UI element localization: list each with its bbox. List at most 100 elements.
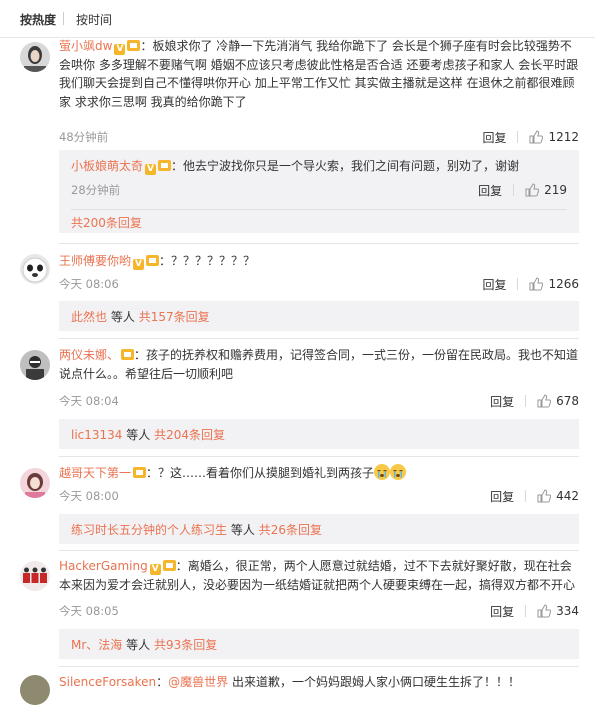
sub-comment-box: 小板娘萌太奇 V ：他去宁波找你只是一个导火索，我们之间有问题，别劝了，谢谢 28分… (59, 150, 579, 233)
reply-etc: 等人 (230, 523, 255, 537)
reply-button[interactable]: 回复 (478, 182, 502, 199)
view-more-replies-link[interactable]: 共200条回复 (71, 214, 142, 231)
verified-v-icon: V (149, 564, 161, 575)
like-count: 219 (544, 183, 567, 197)
verified-v-icon: V (133, 259, 145, 270)
sort-by-time[interactable]: 按时间 (76, 11, 112, 28)
comment-actions: 回复 1266 (482, 276, 579, 292)
sub-comment-text-block: 小板娘萌太奇 V ：他去宁波找你只是一个导火索，我们之间有问题，别劝了，谢谢 (71, 159, 520, 175)
reply-etc: 等人 (126, 428, 151, 442)
timestamp: 今天 08:04 (59, 394, 119, 408)
user-level-icon (133, 467, 147, 478)
sub-comment-actions: 回复 219 (478, 182, 567, 198)
timestamp: 48分钟前 (59, 130, 109, 144)
action-divider (525, 605, 527, 617)
view-more-replies-link[interactable]: 此然也 等人 共157条回复 (71, 308, 210, 325)
reply-user[interactable]: 练习时长五分钟的个人练习生 (71, 523, 227, 537)
verified-v-icon: V (145, 164, 157, 175)
reply-etc: 等人 (110, 310, 135, 324)
sub-username-link[interactable]: 小板娘萌太奇 (71, 159, 143, 173)
action-divider (525, 490, 527, 502)
comment-divider (59, 338, 579, 339)
crying-emoji-icon (390, 464, 407, 480)
timestamp: 今天 08:00 (59, 489, 119, 503)
reply-count[interactable]: 共204条回复 (154, 428, 225, 442)
avatar[interactable] (20, 468, 50, 498)
user-level-icon (127, 40, 141, 51)
thumbs-up-icon[interactable] (537, 394, 552, 408)
reply-user[interactable]: Mr、法海 (71, 638, 122, 652)
comment-text: ？？？？？？？ (171, 254, 256, 268)
username-link[interactable]: 萤小飒dw (59, 39, 112, 53)
user-level-icon (158, 160, 172, 171)
username-link[interactable]: HackerGaming (59, 559, 148, 573)
view-more-replies-link[interactable]: Mr、法海 等人 共93条回复 (71, 636, 217, 653)
thumbs-up-icon[interactable] (529, 130, 544, 144)
comment-meta: 今天 08:04 回复 678 (59, 393, 579, 409)
thumbs-up-icon[interactable] (537, 604, 552, 618)
avatar[interactable] (20, 42, 50, 72)
sort-divider (63, 12, 64, 25)
thumbs-up-icon[interactable] (525, 183, 540, 197)
comment-divider (59, 456, 579, 457)
comment-divider (59, 243, 579, 244)
reply-button[interactable]: 回复 (490, 488, 514, 505)
crying-emoji-icon (374, 464, 391, 480)
comment-text: 孩子的抚养权和赡养费用，记得签合同，一式三份，一份留在民政局。我也不知道说点什么… (59, 348, 579, 381)
like-count: 334 (556, 604, 579, 618)
reply-etc: 等人 (126, 638, 151, 652)
sort-bar: 按热度 按时间 (0, 0, 595, 38)
user-level-icon (162, 560, 176, 571)
reply-user[interactable]: 此然也 (71, 310, 107, 324)
reply-button[interactable]: 回复 (490, 393, 514, 410)
sub-divider (71, 209, 567, 210)
comment-text: ？这……看着你们从摸腿到婚礼到两孩子 (158, 466, 375, 480)
comment-text-block: 越哥天下第一 ：？这……看着你们从摸腿到婚礼到两孩子 (59, 464, 579, 483)
reply-count[interactable]: 共93条回复 (154, 638, 217, 652)
mention-link[interactable]: @魔兽世界 (168, 675, 228, 689)
sub-comment-box: 此然也 等人 共157条回复 (59, 301, 579, 331)
thumbs-up-icon[interactable] (529, 277, 544, 291)
reply-button[interactable]: 回复 (482, 129, 506, 146)
action-divider (513, 184, 515, 196)
avatar[interactable] (20, 350, 50, 380)
comment-actions: 回复 334 (490, 603, 579, 619)
like-count: 678 (556, 394, 579, 408)
view-more-replies-link[interactable]: 练习时长五分钟的个人练习生 等人 共26条回复 (71, 521, 322, 538)
comment-divider (59, 666, 579, 667)
action-divider (517, 278, 519, 290)
sub-comment-box: Mr、法海 等人 共93条回复 (59, 629, 579, 659)
username-link[interactable]: SilenceForsaken (59, 675, 156, 689)
username-link[interactable]: 越哥天下第一 (59, 466, 131, 480)
avatar[interactable] (20, 561, 50, 591)
avatar[interactable] (20, 675, 50, 705)
comment-meta: 今天 08:05 回复 334 (59, 603, 579, 619)
comment-actions: 回复 678 (490, 393, 579, 409)
comment-meta: 48分钟前 回复 1212 (59, 129, 579, 145)
reply-count[interactable]: 共26条回复 (259, 523, 322, 537)
sub-comment-box: 练习时长五分钟的个人练习生 等人 共26条回复 (59, 514, 579, 544)
comment-divider (59, 550, 579, 551)
comment-actions: 回复 442 (490, 488, 579, 504)
avatar[interactable] (20, 254, 50, 284)
comment-meta: 今天 08:06 回复 1266 (59, 276, 579, 292)
sub-comment-meta: 28分钟前 回复 219 (71, 182, 567, 198)
comment-meta: 今天 08:00 回复 442 (59, 488, 579, 504)
reply-user[interactable]: lic13134 (71, 428, 122, 442)
view-more-replies-link[interactable]: lic13134 等人 共204条回复 (71, 426, 225, 443)
comment-text-block: SilenceForsaken：@魔兽世界 出来道歉，一个妈妈跟姆人家小俩口硬生… (59, 675, 520, 689)
reply-button[interactable]: 回复 (490, 603, 514, 620)
comment-text: 出来道歉，一个妈妈跟姆人家小俩口硬生生拆了！！！ (231, 675, 520, 689)
reply-count[interactable]: 共157条回复 (139, 310, 210, 324)
username-link[interactable]: 两仪未娜、 (59, 348, 119, 362)
username-link[interactable]: 王师傅要你哟 (59, 254, 131, 268)
sort-by-hot[interactable]: 按热度 (20, 11, 56, 28)
timestamp: 今天 08:05 (59, 604, 119, 618)
comment-text-block: 萤小飒dw V ：板娘求你了 冷静一下先消消气 我给你跪下了 会长是个狮子座有时会比… (59, 39, 579, 109)
comment-text-block: HackerGaming V ：离婚么，很正常，两个人愿意过就结婚，过不下去就好聚好… (59, 559, 576, 592)
timestamp: 28分钟前 (71, 183, 121, 197)
reply-button[interactable]: 回复 (482, 276, 506, 293)
action-divider (525, 395, 527, 407)
thumbs-up-icon[interactable] (537, 489, 552, 503)
sub-comment-box: lic13134 等人 共204条回复 (59, 419, 579, 449)
